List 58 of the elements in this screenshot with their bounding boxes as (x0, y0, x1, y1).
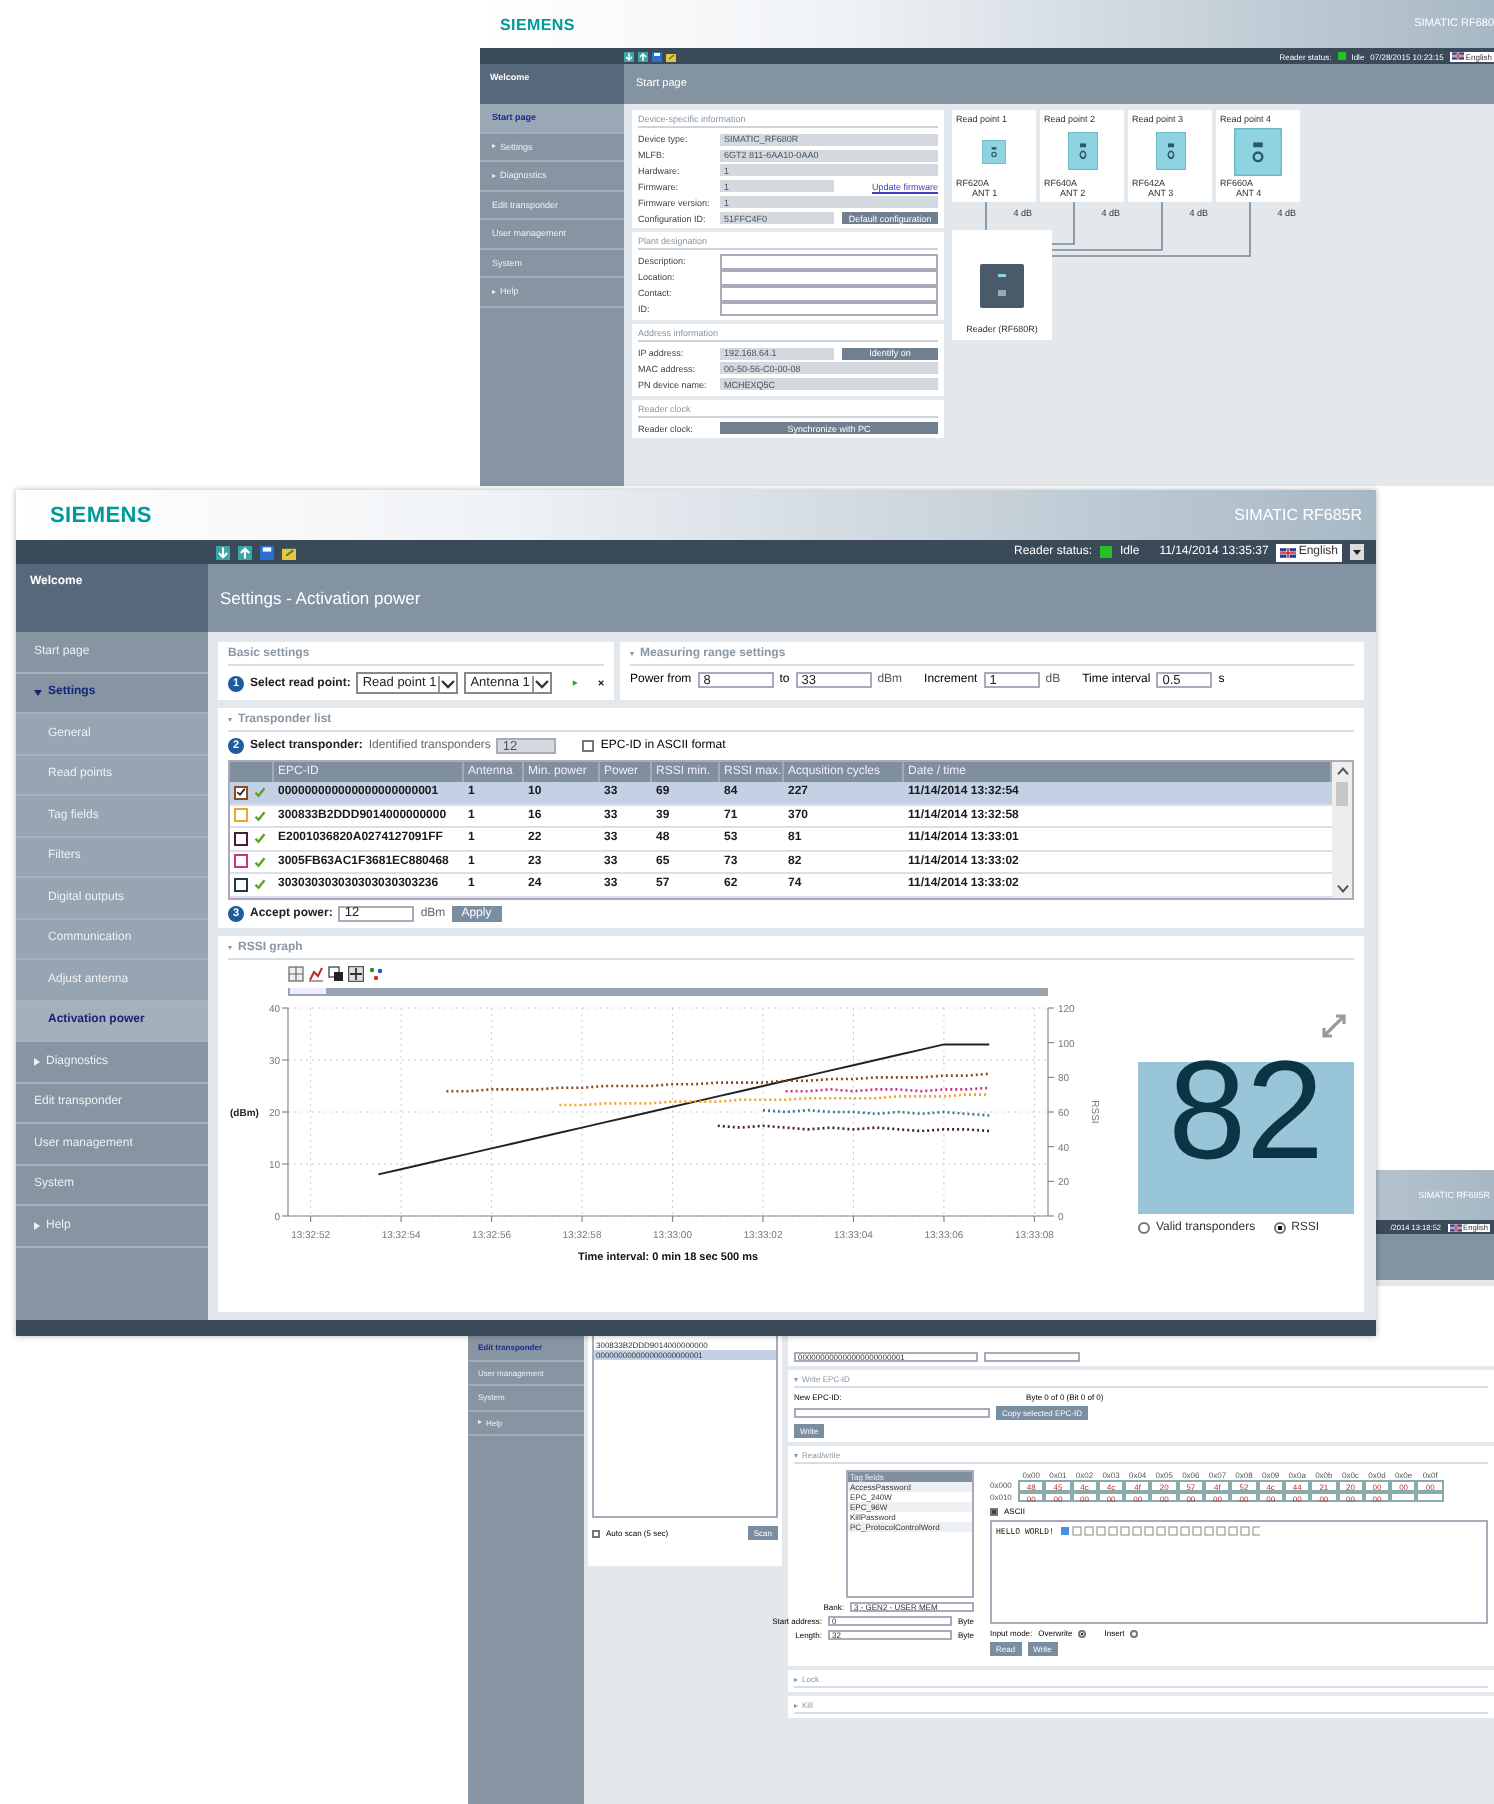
byte-cell[interactable] (1416, 1491, 1444, 1502)
antenna-icon (1067, 132, 1097, 170)
caret-icon (531, 675, 550, 691)
color-checkbox[interactable] (234, 785, 248, 800)
input-field[interactable] (720, 254, 938, 270)
input-field[interactable] (720, 286, 938, 302)
antenna-icon (1234, 127, 1282, 175)
close-icon[interactable] (597, 676, 604, 690)
flag-icon (1280, 547, 1297, 557)
status-light-icon (1337, 52, 1346, 60)
checkbox[interactable] (592, 1529, 600, 1537)
new-epc-field[interactable] (794, 1408, 990, 1418)
radio-button[interactable] (1138, 1221, 1150, 1233)
input-field[interactable] (720, 270, 938, 286)
save-icon[interactable] (260, 545, 274, 559)
scrollbar-thumb[interactable] (1336, 782, 1348, 806)
brand-logo: SIEMENS (50, 503, 152, 527)
upload-icon[interactable] (638, 51, 648, 61)
password-field[interactable] (984, 1352, 1080, 1362)
upload-icon[interactable] (238, 545, 252, 559)
scroll-up-icon[interactable] (1335, 766, 1349, 776)
download-icon[interactable] (624, 51, 634, 61)
chart-scrollbar[interactable] (288, 987, 1048, 995)
zoom-reset-icon[interactable] (308, 965, 324, 981)
grid-icon[interactable] (288, 965, 304, 981)
radio-button[interactable] (1078, 1629, 1087, 1637)
scrollbar[interactable] (1332, 762, 1352, 897)
caret-icon (438, 675, 457, 691)
folder-icon[interactable] (282, 545, 296, 559)
scroll-down-icon[interactable] (1335, 883, 1349, 893)
brand-logo: SIEMENS (500, 15, 575, 33)
antenna-icon (982, 139, 1006, 163)
download-icon[interactable] (216, 545, 230, 559)
color-checkbox[interactable] (234, 808, 248, 823)
color-checkbox[interactable] (234, 877, 248, 892)
save-icon[interactable] (652, 51, 662, 61)
dropdown-icon[interactable] (1350, 544, 1364, 560)
radio-button[interactable] (1130, 1629, 1139, 1637)
flag-icon (1449, 1223, 1462, 1231)
checkbox[interactable] (582, 740, 595, 752)
rssi-value: 82 (1168, 1039, 1324, 1179)
antenna-icon (1155, 132, 1185, 170)
flag-icon (1451, 52, 1464, 60)
pan-icon[interactable] (348, 965, 364, 981)
folder-icon[interactable] (666, 51, 676, 61)
byte-cell[interactable] (1390, 1491, 1417, 1502)
play-icon[interactable] (571, 676, 578, 690)
expand-icon[interactable] (1322, 1013, 1346, 1037)
status-light-icon (1100, 546, 1113, 558)
color-checkbox[interactable] (234, 831, 248, 846)
reader-device-icon (980, 264, 1024, 308)
color-checkbox[interactable] (234, 854, 248, 869)
page-title: Settings - Activation power (208, 564, 1376, 632)
legend-icon[interactable] (368, 965, 384, 981)
radio-button[interactable] (1273, 1221, 1286, 1233)
export-icon[interactable] (328, 965, 344, 981)
product-title: SIMATIC RF685R (1234, 506, 1362, 524)
checkbox[interactable] (990, 1507, 998, 1515)
